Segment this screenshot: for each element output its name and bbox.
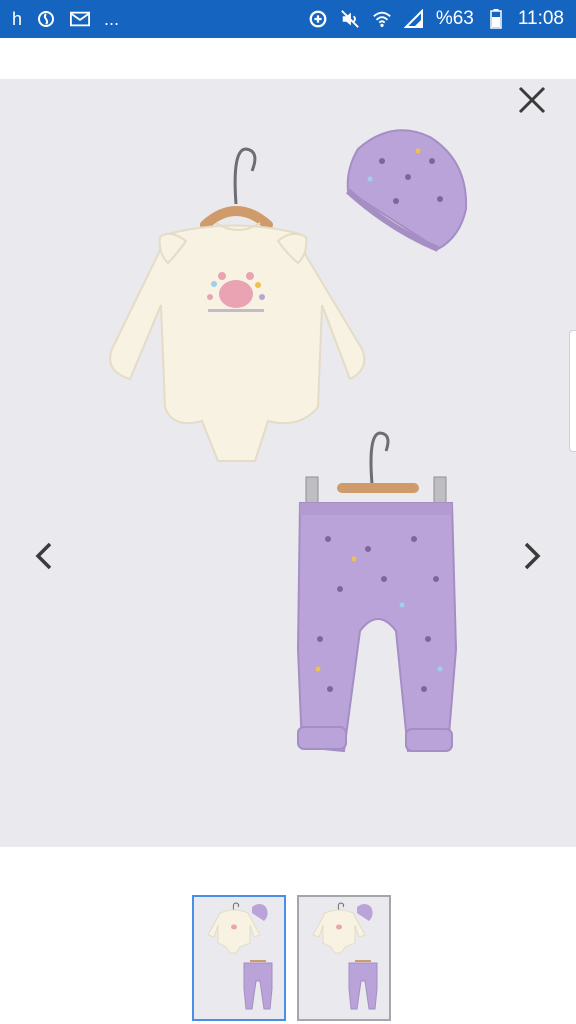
- status-bar: h ... %63 11:08: [0, 0, 576, 38]
- close-icon: [518, 86, 546, 114]
- more-notifications: ...: [104, 8, 120, 29]
- thumbnail-2-image: [312, 902, 378, 1010]
- leggings-image: [296, 502, 458, 753]
- hat-image: [345, 129, 468, 252]
- data-saver-icon: [308, 9, 328, 29]
- clock: 11:08: [517, 8, 564, 29]
- thumbnail-1[interactable]: [192, 895, 286, 1021]
- wifi-icon: [372, 9, 392, 29]
- product-photo: [109, 129, 468, 753]
- bodysuit-hanger: [200, 147, 273, 230]
- chevron-left-icon: [35, 542, 52, 570]
- thumbnail-1-image: [207, 902, 273, 1010]
- thumbnail-strip: [0, 895, 576, 1024]
- bodysuit-image: [109, 222, 366, 462]
- mute-icon: [340, 9, 360, 29]
- app-icon: [36, 9, 56, 29]
- signal-icon: [403, 9, 424, 29]
- battery-icon: [486, 9, 506, 29]
- battery-percent: %63: [435, 8, 474, 29]
- status-bar-right: %63 11:08: [308, 8, 564, 30]
- chevron-right-icon: [524, 542, 541, 570]
- pants-hanger: [305, 431, 447, 508]
- status-letter: h: [12, 8, 23, 29]
- edge-scroll-handle[interactable]: [569, 330, 576, 452]
- product-image-gallery[interactable]: [0, 79, 576, 847]
- status-bar-left: h ...: [12, 9, 119, 30]
- previous-image-button[interactable]: [24, 536, 64, 576]
- thumbnail-2[interactable]: [297, 895, 391, 1021]
- close-button[interactable]: [512, 80, 552, 120]
- next-image-button[interactable]: [512, 536, 552, 576]
- mail-icon: [70, 9, 91, 29]
